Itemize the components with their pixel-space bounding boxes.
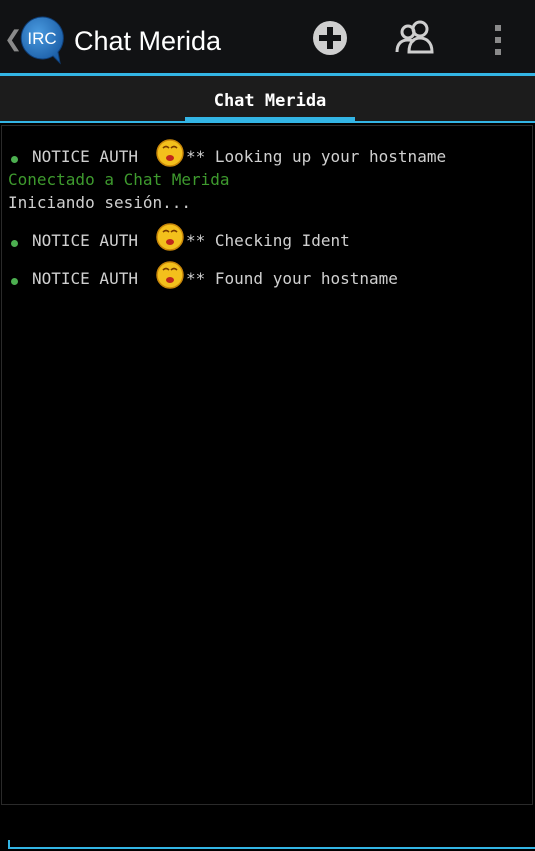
app-title: Chat Merida bbox=[74, 26, 222, 56]
plain-message: Iniciando sesión... bbox=[8, 193, 192, 212]
notice-text: ** Found your hostname bbox=[186, 269, 398, 288]
notice-text: ** Looking up your hostname bbox=[186, 147, 447, 166]
emoji-kiss-icon bbox=[156, 261, 184, 289]
overflow-menu-icon bbox=[495, 25, 501, 55]
notice-prefix: NOTICE AUTH bbox=[32, 147, 138, 166]
status-dot-icon bbox=[11, 278, 18, 285]
emoji-kiss-icon bbox=[156, 223, 184, 251]
add-channel-button[interactable] bbox=[310, 18, 350, 58]
overflow-menu-button[interactable] bbox=[488, 18, 508, 58]
input-underline bbox=[8, 847, 535, 849]
notice-text: ** Checking Ident bbox=[186, 231, 350, 250]
logo-text: IRC bbox=[27, 29, 56, 48]
tab-chat-merida[interactable]: Chat Merida bbox=[185, 88, 355, 114]
notice-prefix: NOTICE AUTH bbox=[32, 231, 138, 250]
status-dot-icon bbox=[11, 156, 18, 163]
irc-logo[interactable]: IRC bbox=[20, 15, 66, 65]
message-input[interactable] bbox=[0, 806, 535, 851]
emoji-kiss-icon bbox=[156, 139, 184, 167]
status-message: Conectado a Chat Merida bbox=[8, 170, 230, 189]
chat-log[interactable]: NOTICE AUTH ** Looking up your hostname … bbox=[1, 125, 533, 805]
add-icon bbox=[313, 21, 347, 55]
users-button[interactable] bbox=[393, 18, 437, 58]
tab-strip-divider bbox=[0, 121, 535, 123]
notice-prefix: NOTICE AUTH bbox=[32, 269, 138, 288]
users-icon bbox=[395, 20, 434, 54]
status-dot-icon bbox=[11, 240, 18, 247]
